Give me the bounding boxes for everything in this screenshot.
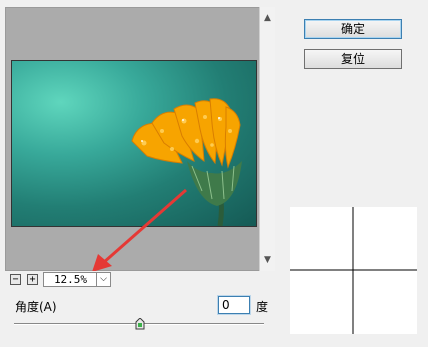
angle-unit-label: 度	[256, 300, 269, 314]
angle-label: 角度(A)	[15, 300, 57, 314]
zoom-value-field[interactable]: 12.5%	[43, 272, 98, 287]
zoom-bar: − + 12.5% ⌵	[5, 271, 260, 289]
reset-button[interactable]: 复位	[304, 49, 402, 69]
crosshair-icon	[290, 207, 417, 334]
zoom-in-icon[interactable]: +	[27, 274, 38, 285]
chevron-down-icon[interactable]: ⌵	[96, 272, 111, 287]
angle-crosshair-preview[interactable]	[290, 207, 417, 334]
ok-button[interactable]: 确定	[304, 19, 402, 39]
angle-input[interactable]: 0	[217, 295, 251, 315]
preview-vertical-scrollbar[interactable]: ▲ ▼	[259, 7, 275, 271]
slider-thumb-icon[interactable]	[135, 318, 145, 330]
scroll-up-arrow-icon[interactable]: ▲	[260, 11, 275, 25]
scroll-down-arrow-icon[interactable]: ▼	[260, 253, 275, 267]
zoom-out-icon[interactable]: −	[10, 274, 21, 285]
